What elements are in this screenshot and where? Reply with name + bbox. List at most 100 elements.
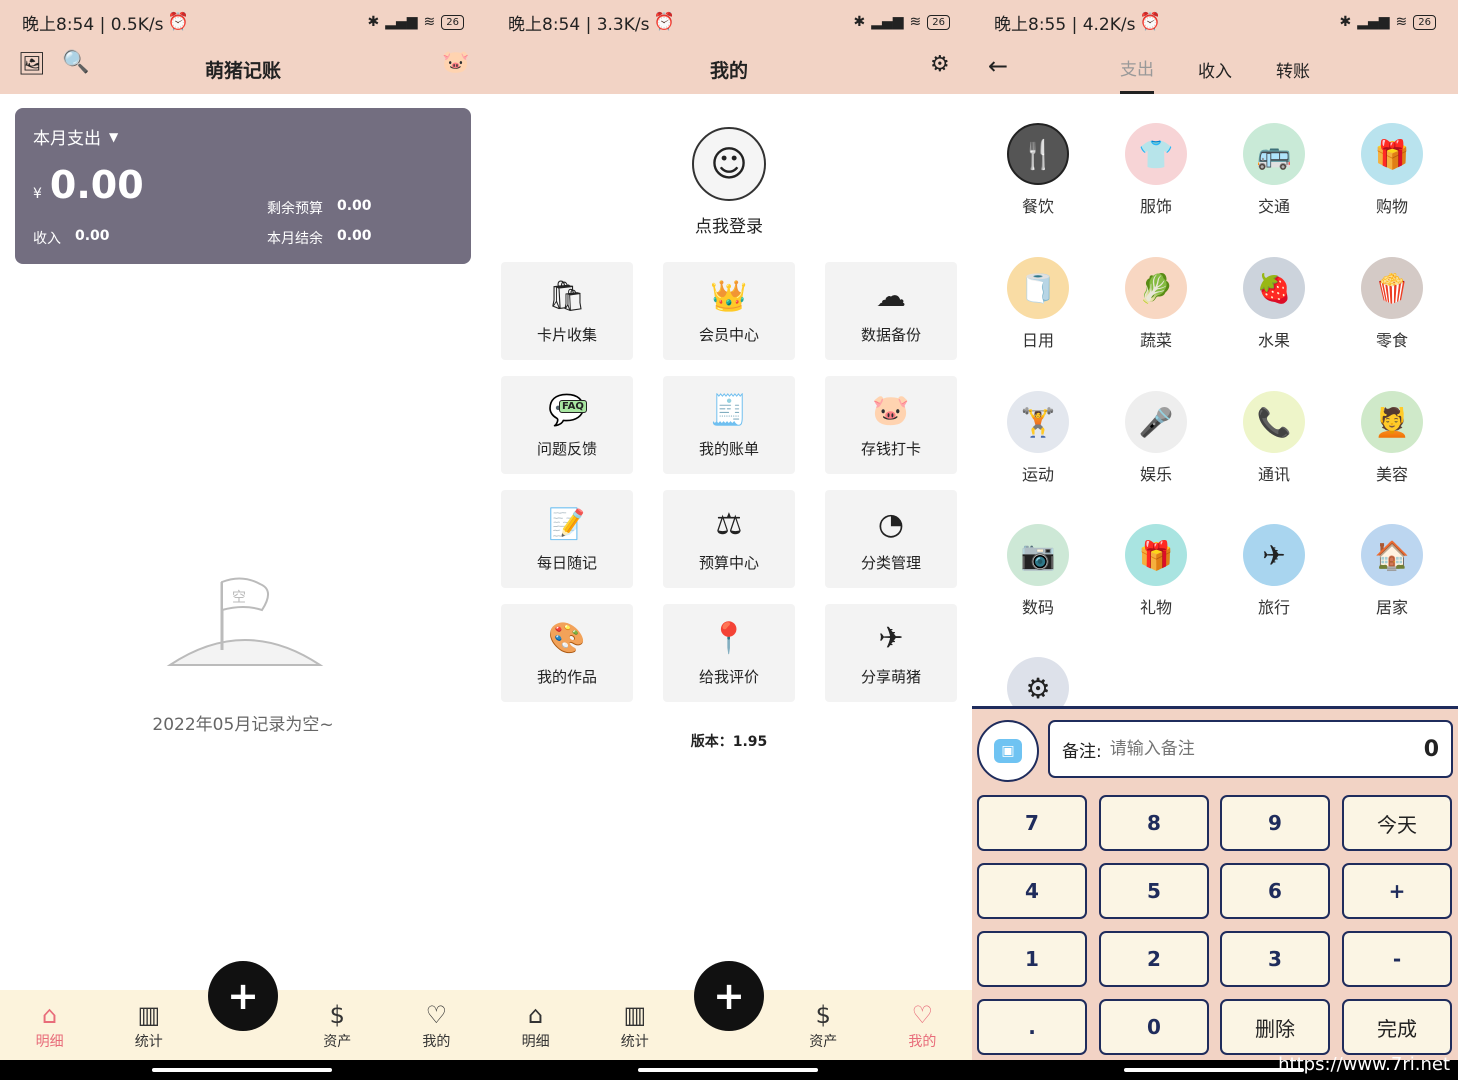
feature-tile[interactable]: 🛍 卡片收集 (501, 262, 633, 360)
category-item[interactable]: 📞 通讯 (1229, 391, 1319, 485)
category-item[interactable]: 🧻 日用 (993, 257, 1083, 351)
category-label: 美容 (1375, 465, 1408, 484)
keypad-key[interactable]: 2 (1099, 931, 1209, 987)
alarm-icon: ⏰ (167, 12, 189, 32)
expense-amount: 0.00 (49, 163, 144, 207)
keypad-key[interactable]: 8 (1099, 795, 1209, 851)
feature-tile[interactable]: ✈ 分享萌猪 (825, 604, 957, 702)
feature-tile[interactable]: 👑 会员中心 (663, 262, 795, 360)
keypad-key[interactable]: - (1342, 931, 1452, 987)
category-item[interactable]: 👕 服饰 (1111, 123, 1201, 217)
bluetooth-icon: ✱ (1339, 14, 1352, 30)
home-indicator[interactable] (638, 1068, 818, 1072)
category-item[interactable]: 🍿 零食 (1347, 257, 1437, 351)
status-time: 晚上8:54 | 3.3K/s (508, 14, 650, 35)
category-item[interactable]: 🏠 居家 (1347, 524, 1437, 618)
feature-label: 我的作品 (536, 667, 597, 686)
tab-expense[interactable]: 支出 (1120, 44, 1154, 94)
feature-tile[interactable]: 🧾 我的账单 (663, 376, 795, 474)
category-label: 交通 (1257, 197, 1290, 216)
keypad-key[interactable]: 5 (1099, 863, 1209, 919)
settings-gear-icon[interactable]: ⚙ (930, 52, 950, 77)
category-item[interactable]: 🥬 蔬菜 (1111, 257, 1201, 351)
period-selector[interactable]: 本月支出 ▼ (33, 124, 118, 149)
category-item[interactable]: 🎁 购物 (1347, 123, 1437, 217)
empty-message: 2022年05月记录为空~ (152, 715, 334, 735)
feature-tile[interactable]: ⚖ 预算中心 (663, 490, 795, 588)
battery-icon: 26 (441, 14, 464, 30)
category-item[interactable]: 🚌 交通 (1229, 123, 1319, 217)
category-item[interactable]: 💆 美容 (1347, 391, 1437, 485)
category-item[interactable]: ✈ 旅行 (1229, 524, 1319, 618)
tab-stats[interactable]: ▥ 统计 (99, 990, 198, 1060)
tab-detail[interactable]: ⌂ 明细 (486, 990, 585, 1060)
search-icon[interactable]: 🔍 (62, 50, 89, 75)
feature-tile[interactable]: 💬问题反馈FAQ (501, 376, 633, 474)
category-item[interactable]: 📷 数码 (993, 524, 1083, 618)
top-bar: ← 支出 收入 转账 (972, 44, 1458, 94)
keypad-key[interactable]: 完成 (1342, 999, 1452, 1055)
tab-transfer[interactable]: 转账 (1276, 44, 1310, 94)
profile-screen: 晚上8:54 | 3.3K/s ⏰ ✱ ▂▄▆ ≋ 26 我的 ⚙ ☺ 点我登录… (486, 0, 972, 1080)
feature-tile[interactable]: 📝 每日随记 (501, 490, 633, 588)
remaining-budget-value: 0.00 (337, 198, 372, 214)
budget-row: 剩余预算 0.00 (267, 198, 372, 218)
keypad-key[interactable]: . (977, 999, 1087, 1055)
keypad-key[interactable]: 9 (1220, 795, 1330, 851)
feature-label: 问题反馈 (536, 439, 597, 458)
feature-tile[interactable]: ☁ 数据备份 (825, 262, 957, 360)
page-title: 萌猪记账 (204, 59, 281, 82)
keypad-key[interactable]: 6 (1220, 863, 1330, 919)
tab-detail[interactable]: ⌂ 明细 (0, 990, 99, 1060)
category-item[interactable]: 🏋 运动 (993, 391, 1083, 485)
tab-assets[interactable]: $ 资产 (774, 990, 873, 1060)
keypad-key[interactable]: 7 (977, 795, 1087, 851)
keypad-key[interactable]: 3 (1220, 931, 1330, 987)
feature-tile[interactable]: 🐷 存钱打卡 (825, 376, 957, 474)
note-field[interactable]: 备注: 0 (1048, 720, 1453, 778)
category-item[interactable]: 🍓 水果 (1229, 257, 1319, 351)
period-label: 本月支出 (33, 129, 101, 149)
account-selector[interactable]: ▣ (977, 720, 1039, 782)
feature-tile[interactable]: ◔ 分类管理 (825, 490, 957, 588)
add-record-button[interactable]: + (208, 961, 278, 1031)
feature-tile[interactable]: 📍 给我评价 (663, 604, 795, 702)
tab-assets[interactable]: $ 资产 (288, 990, 387, 1060)
category-label: 运动 (1021, 465, 1054, 484)
category-label: 日用 (1021, 331, 1054, 350)
category-item[interactable]: 🍴 餐饮 (993, 123, 1083, 217)
login-link[interactable]: 点我登录 (486, 212, 972, 237)
home-indicator[interactable] (1124, 1068, 1304, 1072)
piggy-icon[interactable]: 🐷 (442, 50, 469, 75)
feature-icon: 👑 (710, 278, 748, 314)
keypad-key[interactable]: 删除 (1220, 999, 1330, 1055)
wifi-icon: ≋ (1395, 14, 1408, 30)
home-indicator[interactable] (152, 1068, 332, 1072)
keypad-key[interactable]: 今天 (1342, 795, 1452, 851)
photo-icon[interactable]: 🖼 (18, 52, 46, 77)
avatar[interactable]: ☺ (692, 127, 766, 201)
back-arrow-icon[interactable]: ← (988, 52, 1008, 80)
keypad-key[interactable]: 4 (977, 863, 1087, 919)
feature-label: 存钱打卡 (860, 439, 921, 458)
keypad-key[interactable]: 1 (977, 931, 1087, 987)
keypad-key[interactable]: 0 (1099, 999, 1209, 1055)
category-icon: 🎁 (1125, 524, 1187, 586)
tab-income[interactable]: 收入 (1198, 44, 1232, 94)
category-item[interactable]: 🎁 礼物 (1111, 524, 1201, 618)
tab-mine[interactable]: ♡ 我的 (387, 990, 486, 1060)
category-icon: 🍓 (1243, 257, 1305, 319)
feature-tile[interactable]: 🎨 我的作品 (501, 604, 633, 702)
category-label: 娱乐 (1139, 465, 1172, 484)
tab-stats[interactable]: ▥ 统计 (585, 990, 684, 1060)
feature-icon: 🐷 (872, 392, 910, 428)
note-input[interactable] (1109, 739, 1350, 759)
bluetooth-icon: ✱ (853, 14, 866, 30)
tab-mine[interactable]: ♡ 我的 (873, 990, 972, 1060)
wifi-icon: ≋ (423, 14, 436, 30)
tab-label: 资产 (809, 1034, 838, 1050)
add-record-button[interactable]: + (694, 961, 764, 1031)
tab-label: 我的 (422, 1034, 451, 1050)
category-item[interactable]: 🎤 娱乐 (1111, 391, 1201, 485)
keypad-key[interactable]: + (1342, 863, 1452, 919)
